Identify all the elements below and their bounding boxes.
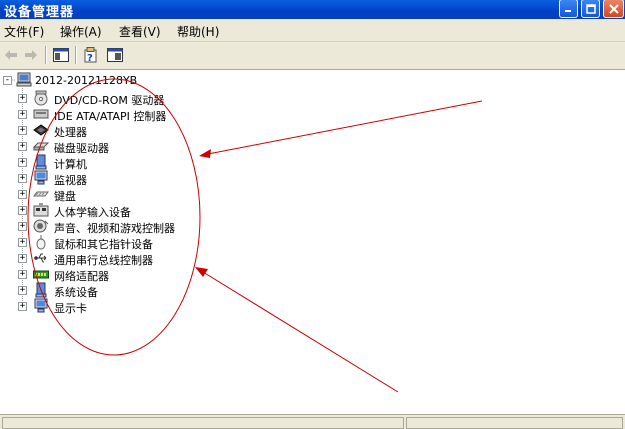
tree-item-label[interactable]: 磁盘驱动器 [54, 140, 109, 156]
tree-item-label[interactable]: 声音、视频和游戏控制器 [54, 220, 175, 236]
computer-icon [35, 154, 47, 170]
tree-root-label[interactable]: 2012-20121128YB [35, 74, 137, 87]
tree-item-label[interactable]: 鼠标和其它指针设备 [54, 236, 153, 252]
close-button[interactable] [603, 0, 624, 18]
tree-lines [10, 79, 23, 306]
tree-expand-toggle[interactable]: + [18, 206, 27, 215]
maximize-icon [585, 3, 596, 14]
back-arrow-icon [5, 50, 17, 60]
show-hide-console-tree-button[interactable] [52, 46, 70, 64]
console-tree-icon [53, 48, 69, 62]
tree-collapse-toggle[interactable]: - [3, 76, 12, 85]
menu-file[interactable]: 文件(F) [4, 23, 44, 40]
status-cell [406, 417, 623, 429]
update-driver-button[interactable] [106, 46, 124, 64]
back-button[interactable] [2, 46, 20, 64]
minimize-button[interactable] [559, 0, 578, 18]
computer-window-icon [107, 48, 123, 62]
display-adapter-icon [34, 298, 48, 313]
sound-icon [33, 219, 49, 233]
svg-text:?: ? [87, 53, 93, 63]
device-tree: - 2012-20121128YB + DVD/CD-ROM 驱动器 + IDE AT… [0, 70, 625, 414]
tree-expand-toggle[interactable]: + [18, 110, 27, 119]
usb-icon [34, 253, 47, 263]
keyboard-icon [33, 191, 49, 197]
tree-item-label[interactable]: 键盘 [54, 188, 76, 204]
minimize-icon [565, 10, 571, 12]
menu-view[interactable]: 查看(V) [119, 23, 161, 40]
toolbar: ? [0, 42, 625, 70]
tree-expand-toggle[interactable]: + [18, 158, 27, 167]
processor-icon [33, 124, 49, 136]
tree-item-label[interactable]: 人体学输入设备 [54, 204, 131, 220]
window-title: 设备管理器 [4, 5, 75, 20]
tree-expand-toggle[interactable]: + [18, 222, 27, 231]
tree-expand-toggle[interactable]: + [18, 254, 27, 263]
mouse-icon [36, 235, 46, 250]
title-bar: 设备管理器 [0, 0, 625, 20]
network-adapter-icon [33, 270, 49, 279]
status-bar [0, 414, 625, 429]
tree-item-label[interactable]: IDE ATA/ATAPI 控制器 [54, 108, 166, 124]
tree-expand-toggle[interactable]: + [18, 270, 27, 279]
tree-item-label[interactable]: DVD/CD-ROM 驱动器 [54, 92, 164, 108]
tree-expand-toggle[interactable]: + [18, 302, 27, 311]
forward-button[interactable] [22, 46, 40, 64]
tree-item-label[interactable]: 通用串行总线控制器 [54, 252, 153, 268]
toolbar-separator [45, 46, 47, 64]
tree-expand-toggle[interactable]: + [18, 190, 27, 199]
monitor-icon [34, 170, 48, 185]
menu-bar: 文件(F) 操作(A) 查看(V) 帮助(H) [0, 19, 625, 42]
tree-item-label[interactable]: 系统设备 [54, 284, 98, 300]
forward-arrow-icon [25, 50, 37, 60]
tree-item-label[interactable]: 监视器 [54, 172, 87, 188]
tree-expand-toggle[interactable]: + [18, 126, 27, 135]
tree-expand-toggle[interactable]: + [18, 174, 27, 183]
tree-item-label[interactable]: 显示卡 [54, 300, 87, 316]
tree-item-label[interactable]: 处理器 [54, 124, 87, 140]
computer-icon [16, 72, 32, 87]
menu-action[interactable]: 操作(A) [60, 23, 102, 40]
tree-expand-toggle[interactable]: + [18, 94, 27, 103]
toolbar-separator [75, 46, 77, 64]
ide-controller-icon [33, 109, 49, 119]
status-cell [2, 417, 404, 429]
tree-expand-toggle[interactable]: + [18, 286, 27, 295]
properties-button[interactable]: ? [82, 46, 100, 64]
maximize-button[interactable] [581, 0, 600, 18]
tree-expand-toggle[interactable]: + [18, 238, 27, 247]
tree-item-label[interactable]: 计算机 [54, 156, 87, 172]
system-device-icon [35, 282, 47, 298]
tree-item-label[interactable]: 网络适配器 [54, 268, 109, 284]
hid-icon [33, 203, 49, 217]
close-icon [608, 3, 619, 14]
menu-help[interactable]: 帮助(H) [177, 23, 219, 40]
properties-help-icon: ? [84, 47, 97, 63]
cdrom-icon [34, 90, 48, 106]
disk-drive-icon [33, 142, 49, 151]
tree-expand-toggle[interactable]: + [18, 142, 27, 151]
